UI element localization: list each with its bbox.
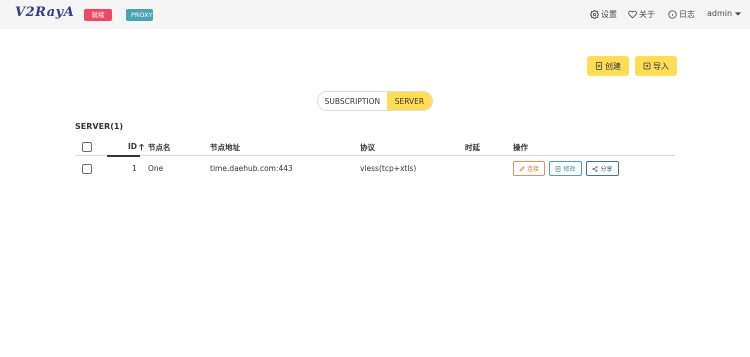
- nav-about[interactable]: 关于: [628, 9, 655, 20]
- share-icon: [592, 165, 599, 172]
- column-header-operations: 操作: [513, 143, 528, 152]
- app-logo[interactable]: V2RayA: [15, 5, 74, 20]
- column-header-id[interactable]: ID: [128, 142, 145, 151]
- share-button[interactable]: 分享: [586, 161, 619, 176]
- nav-user-label: admin: [707, 9, 733, 18]
- edit-button-label: 修改: [563, 166, 576, 173]
- import-button-label: 导入: [653, 61, 669, 71]
- tab-server[interactable]: SERVER: [386, 92, 432, 110]
- row-protocol: vless(tcp+xtls): [360, 164, 417, 173]
- row-name: One: [148, 164, 164, 173]
- edit-button[interactable]: 修改: [549, 161, 582, 176]
- gear-icon: [590, 10, 599, 19]
- table-header: ID 节点名 节点地址 协议 时延 操作: [75, 140, 675, 157]
- column-header-id-label: ID: [128, 142, 138, 151]
- column-header-latency: 时延: [465, 143, 480, 152]
- nav-settings-label: 设置: [601, 10, 617, 19]
- nav-log[interactable]: 日志: [668, 9, 695, 20]
- info-circle-icon: [668, 10, 677, 19]
- nav-log-label: 日志: [679, 10, 695, 19]
- nav-settings[interactable]: 设置: [590, 9, 617, 20]
- tab-subscription[interactable]: SUBSCRIPTION: [318, 92, 387, 110]
- caret-down-icon: [734, 11, 742, 16]
- status-tag: 就绪: [84, 9, 112, 21]
- navbar: V2RayA 就绪 PROXY 设置 关于 日志 admin: [0, 0, 750, 29]
- column-header-protocol: 协议: [360, 143, 375, 152]
- connect-button-label: 连接: [526, 166, 539, 173]
- import-button[interactable]: 导入: [635, 56, 677, 76]
- column-header-address: 节点地址: [210, 143, 240, 152]
- pencil-icon: [519, 165, 525, 171]
- file-plus-icon: [595, 62, 603, 70]
- select-all-checkbox[interactable]: [82, 142, 92, 152]
- sort-indicator: [107, 155, 140, 157]
- table-row: 1 One time.daehub.com:443 vless(tcp+xtls…: [75, 160, 675, 178]
- share-button-label: 分享: [600, 166, 613, 173]
- row-id: 1: [132, 164, 137, 173]
- arrow-up-icon: [139, 143, 144, 150]
- proxy-tag: PROXY: [126, 9, 153, 21]
- column-header-name: 节点名: [148, 143, 171, 152]
- row-address: time.daehub.com:443: [210, 164, 293, 173]
- file-import-icon: [643, 62, 651, 70]
- section-title: SERVER(1): [75, 122, 124, 131]
- nav-user-menu[interactable]: admin: [707, 9, 744, 18]
- create-button[interactable]: 创建: [587, 56, 629, 76]
- heart-icon: [628, 10, 637, 19]
- nav-about-label: 关于: [639, 10, 655, 19]
- file-edit-icon: [556, 165, 561, 172]
- create-button-label: 创建: [605, 61, 621, 71]
- server-tabs: SUBSCRIPTION SERVER: [317, 91, 433, 111]
- connect-button[interactable]: 连接: [513, 161, 545, 176]
- row-checkbox[interactable]: [82, 164, 92, 174]
